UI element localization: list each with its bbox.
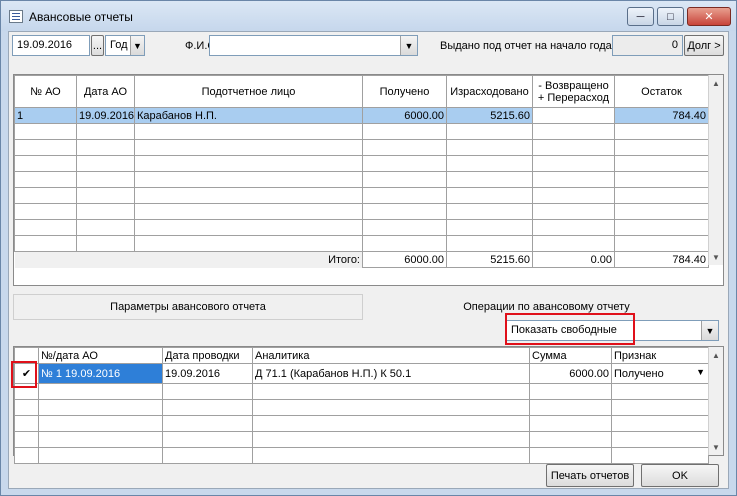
table-row[interactable]: [14, 155, 709, 172]
table-row[interactable]: [14, 447, 709, 464]
table-row[interactable]: [14, 399, 709, 416]
total-returned: 0.00: [532, 251, 615, 268]
chevron-down-icon[interactable]: ▼: [130, 36, 144, 55]
fio-select[interactable]: ▼: [209, 35, 418, 56]
debt-button[interactable]: Долг >: [684, 35, 724, 56]
sign-value: Получено: [614, 367, 664, 380]
total-balance: 784.40: [614, 251, 709, 268]
cell-spent[interactable]: 5215.60: [446, 107, 533, 124]
col-header-person[interactable]: Подотчетное лицо: [134, 75, 363, 108]
cell-analytics[interactable]: Д 71.1 (Карабанов Н.П.) К 50.1: [252, 363, 530, 384]
col-header-ao[interactable]: №/дата АО: [38, 347, 163, 364]
cell-posting-date[interactable]: 19.09.2016: [162, 363, 253, 384]
client-area: 19.09.2016 ... Год ▼ Ф.И.О. ▼ Выдано под…: [8, 31, 729, 489]
col-header-received[interactable]: Получено: [362, 75, 447, 108]
operations-scrollbar[interactable]: ▲ ▼: [708, 347, 723, 455]
issued-value: 0: [612, 35, 683, 56]
col-header-posting-date[interactable]: Дата проводки: [162, 347, 253, 364]
highlight-box-checkbox: [11, 361, 37, 388]
reports-table: № АО Дата АО Подотчетное лицо Получено И…: [14, 75, 709, 268]
minimize-button[interactable]: ─: [627, 7, 654, 26]
col-header-analytics[interactable]: Аналитика: [252, 347, 530, 364]
table-row[interactable]: 1 19.09.2016 Карабанов Н.П. 6000.00 5215…: [14, 107, 709, 124]
maximize-button[interactable]: □: [657, 7, 684, 26]
table-row[interactable]: [14, 203, 709, 220]
ok-button[interactable]: OK: [641, 464, 719, 487]
cell-number[interactable]: 1: [14, 107, 77, 124]
period-select[interactable]: Год ▼: [105, 35, 145, 56]
title-bar: Авансовые отчеты ─ □ ✕: [1, 1, 736, 31]
table-row[interactable]: ✔ № 1 19.09.2016 19.09.2016 Д 71.1 (Кара…: [14, 363, 709, 384]
col-header-date[interactable]: Дата АО: [76, 75, 135, 108]
chevron-down-icon[interactable]: ▼: [400, 36, 417, 55]
cell-ao[interactable]: № 1 19.09.2016: [38, 363, 163, 384]
app-window: Авансовые отчеты ─ □ ✕ 19.09.2016 ... Го…: [0, 0, 737, 496]
cell-received[interactable]: 6000.00: [362, 107, 447, 124]
table-row[interactable]: [14, 383, 709, 400]
period-value: Год: [110, 39, 128, 51]
reports-grid: № АО Дата АО Подотчетное лицо Получено И…: [13, 74, 724, 286]
cell-person[interactable]: Карабанов Н.П.: [134, 107, 363, 124]
issued-label: Выдано под отчет на начало года: [440, 40, 612, 52]
table-row[interactable]: [14, 431, 709, 448]
totals-label: Итого:: [134, 251, 363, 268]
chevron-down-icon[interactable]: ▼: [701, 321, 718, 340]
col-header-number[interactable]: № АО: [14, 75, 77, 108]
print-reports-button[interactable]: Печать отчетов: [546, 464, 634, 487]
scroll-up-icon[interactable]: ▲: [709, 75, 723, 91]
col-header-spent[interactable]: Израсходовано: [446, 75, 533, 108]
totals-row: Итого: 6000.00 5215.60 0.00 784.40: [14, 251, 709, 268]
scroll-up-icon[interactable]: ▲: [709, 347, 723, 363]
cell-returned[interactable]: [532, 107, 615, 124]
col-header-returned[interactable]: - Возвращено + Перерасход: [532, 75, 615, 108]
table-row[interactable]: [14, 235, 709, 252]
col-header-sign[interactable]: Признак: [611, 347, 709, 364]
cell-balance[interactable]: 784.40: [614, 107, 709, 124]
cell-amount[interactable]: 6000.00: [529, 363, 612, 384]
date-picker-button[interactable]: ...: [91, 35, 104, 56]
scroll-down-icon[interactable]: ▼: [709, 249, 723, 265]
total-spent: 5215.60: [446, 251, 533, 268]
table-row[interactable]: [14, 415, 709, 432]
app-icon: [9, 10, 23, 23]
scroll-down-icon[interactable]: ▼: [709, 439, 723, 455]
col-header-amount[interactable]: Сумма: [529, 347, 612, 364]
operations-table: №/дата АО Дата проводки Аналитика Сумма …: [14, 347, 709, 464]
reports-scrollbar[interactable]: ▲ ▼: [708, 75, 723, 265]
table-row[interactable]: [14, 123, 709, 140]
col-header-balance[interactable]: Остаток: [614, 75, 709, 108]
chevron-down-icon[interactable]: ▼: [696, 367, 705, 377]
operations-grid: №/дата АО Дата проводки Аналитика Сумма …: [13, 346, 724, 464]
table-row[interactable]: [14, 139, 709, 156]
date-input[interactable]: 19.09.2016: [12, 35, 90, 56]
table-row[interactable]: [14, 219, 709, 236]
sign-select[interactable]: Получено ▼: [611, 363, 709, 384]
cell-date[interactable]: 19.09.2016: [76, 107, 135, 124]
total-received: 6000.00: [362, 251, 447, 268]
highlight-box-filter: [505, 313, 635, 345]
close-button[interactable]: ✕: [687, 7, 731, 26]
window-title: Авансовые отчеты: [29, 10, 133, 24]
tab-params[interactable]: Параметры авансового отчета: [13, 294, 363, 320]
table-row[interactable]: [14, 171, 709, 188]
table-row[interactable]: [14, 187, 709, 204]
